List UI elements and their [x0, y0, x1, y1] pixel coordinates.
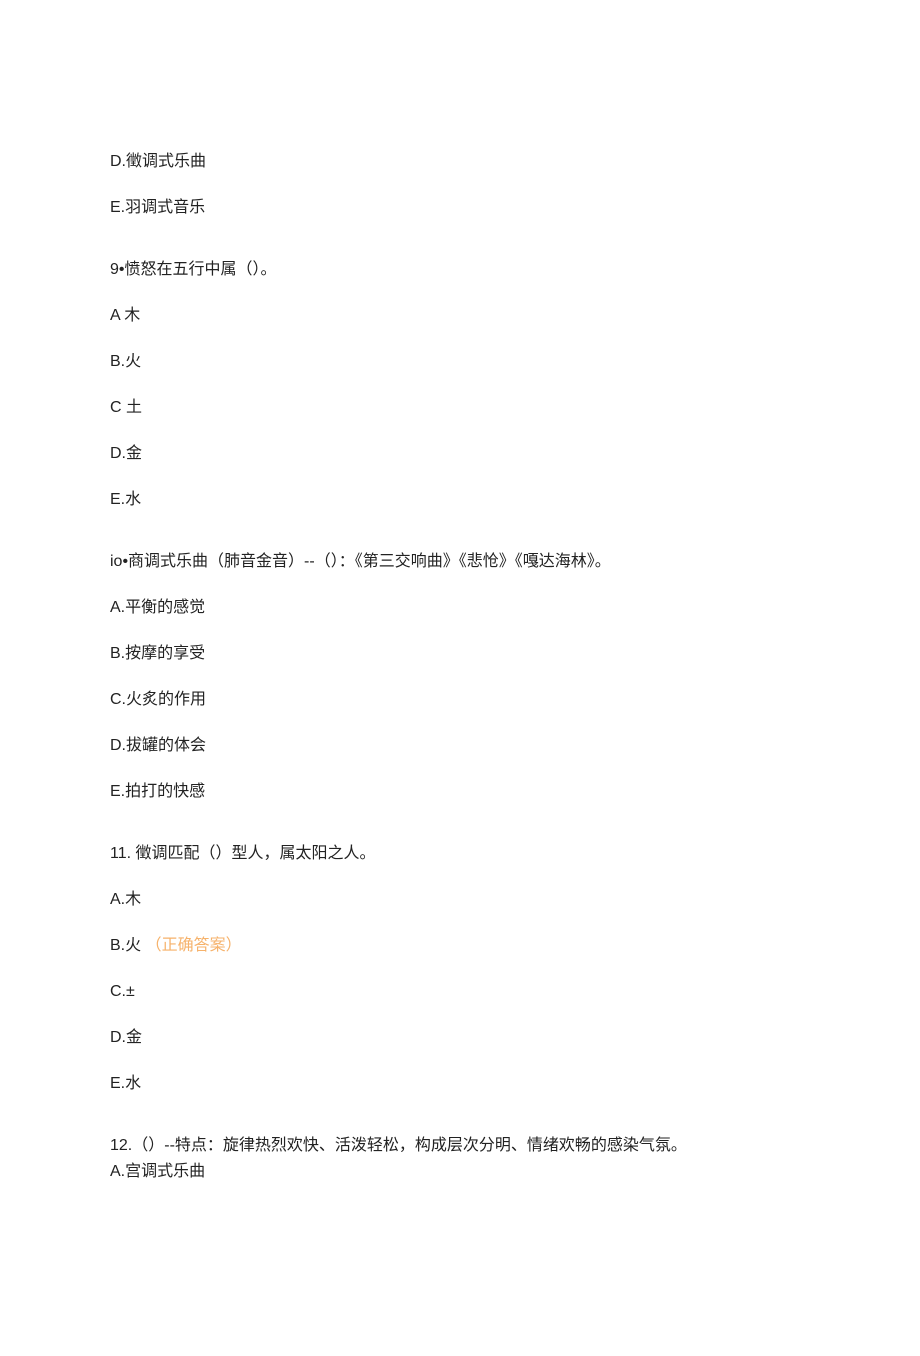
question-10-stem: io•商调式乐曲（肺音金音）--（）：《第三交响曲》《悲怆》《嘎达海林》。: [110, 550, 810, 574]
question-9-stem: 9•愤怒在五行中属（）。: [110, 258, 810, 282]
q11-option-c: C.±: [110, 980, 810, 1004]
q10-option-c: C.火炙的作用: [110, 688, 810, 712]
q10-option-b: B.按摩的享受: [110, 642, 810, 666]
q11-option-a: A.木: [110, 888, 810, 912]
option-e: E.羽调式音乐: [110, 196, 810, 220]
q10-option-e: E.拍打的快感: [110, 780, 810, 804]
correct-answer-label: （正确答案）: [146, 937, 242, 954]
q9-option-e: E.水: [110, 488, 810, 512]
q9-option-c: C 土: [110, 396, 810, 420]
q12-option-a: A.宫调式乐曲: [110, 1160, 810, 1184]
q11-option-d: D.金: [110, 1026, 810, 1050]
question-12-stem: 12.（）--特点：旋律热烈欢快、活泼轻松，构成层次分明、情绪欢畅的感染气氛。: [110, 1134, 810, 1158]
document-page: D.徵调式乐曲 E.羽调式音乐 9•愤怒在五行中属（）。 A 木 B.火 C 土…: [0, 0, 920, 1356]
q11-option-b-text: B.火: [110, 937, 141, 954]
q11-option-e: E.水: [110, 1072, 810, 1096]
question-11-stem: 11. 徵调匹配（）型人，属太阳之人。: [110, 842, 810, 866]
q11-option-b: B.火 （正确答案）: [110, 934, 810, 958]
q9-option-b: B.火: [110, 350, 810, 374]
q9-option-d: D.金: [110, 442, 810, 466]
q10-option-a: A.平衡的感觉: [110, 596, 810, 620]
q9-option-a: A 木: [110, 304, 810, 328]
q10-option-d: D.拔罐的体会: [110, 734, 810, 758]
option-d: D.徵调式乐曲: [110, 150, 810, 174]
